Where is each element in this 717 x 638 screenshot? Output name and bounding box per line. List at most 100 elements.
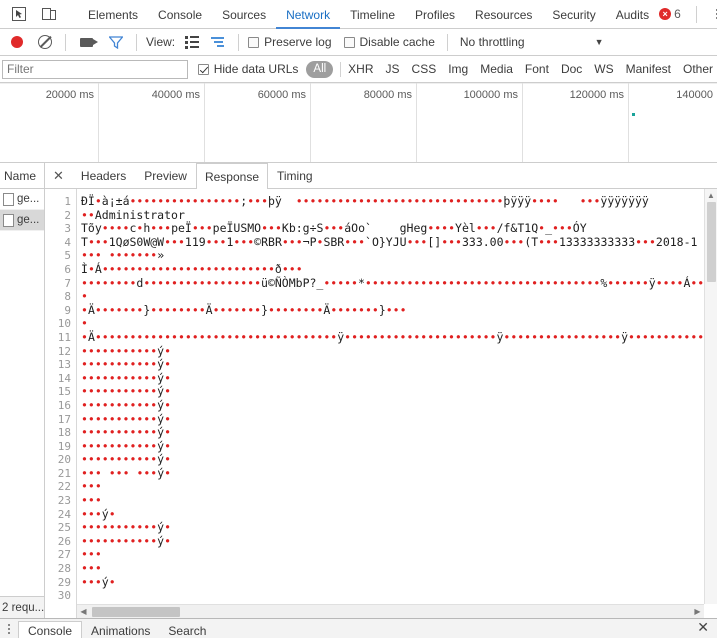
network-overview[interactable]: 20000 ms 40000 ms 60000 ms 80000 ms 1000…: [0, 83, 717, 163]
search-input[interactable]: [2, 59, 188, 79]
table-row[interactable]: ge...: [0, 210, 44, 231]
tab-profiles[interactable]: Profiles: [405, 1, 465, 29]
preserve-log-checkbox-box: [248, 36, 260, 48]
tabbar-right-group: × 6 ✕: [659, 5, 717, 23]
response-code-lines: ÐÏ•à¡±á••••••••••••••••;•••þÿ ••••••••••…: [77, 189, 717, 618]
more-vertical-icon[interactable]: [6, 624, 18, 638]
record-icon[interactable]: [6, 31, 28, 53]
device-toolbar-icon[interactable]: [38, 3, 60, 25]
filter-type-js[interactable]: JS: [386, 62, 400, 76]
filter-type-xhr[interactable]: XHR: [348, 62, 373, 76]
timeline-tick: 60000 ms: [205, 83, 311, 162]
filter-icon[interactable]: [105, 31, 127, 53]
vertical-scrollbar[interactable]: ▲: [704, 189, 717, 604]
line-number: 13: [57, 358, 71, 372]
drawer-tab-console[interactable]: Console: [18, 621, 83, 638]
filter-type-all[interactable]: All: [306, 60, 334, 78]
view-label: View:: [146, 35, 176, 49]
tab-timeline[interactable]: Timeline: [340, 1, 405, 29]
tab-timing[interactable]: Timing: [268, 163, 322, 188]
close-icon[interactable]: ✕: [697, 619, 717, 638]
filter-type-css[interactable]: CSS: [412, 62, 437, 76]
throttling-select[interactable]: No throttling: [450, 35, 525, 49]
waterfall-view-icon[interactable]: [207, 31, 229, 53]
line-number: 10: [57, 317, 71, 331]
inspect-element-icon[interactable]: [8, 3, 30, 25]
timeline-tick: 120000 ms: [523, 83, 629, 162]
code-line: •••ý•: [81, 574, 116, 589]
scroll-right-arrow-icon[interactable]: ▶: [691, 607, 704, 616]
timeline-tick: 100000 ms: [417, 83, 523, 162]
error-badge[interactable]: × 6: [659, 7, 681, 21]
request-detail-pane: ✕ Headers Preview Response Timing 1 2 3 …: [45, 163, 717, 618]
vertical-scrollbar-thumb[interactable]: [707, 202, 716, 282]
tab-elements[interactable]: Elements: [78, 1, 148, 29]
disable-cache-checkbox[interactable]: Disable cache: [343, 35, 435, 49]
line-number: 8: [64, 290, 71, 304]
filter-type-doc[interactable]: Doc: [561, 62, 582, 76]
line-number: 3: [64, 222, 71, 236]
line-number: 20: [57, 453, 71, 467]
clear-icon[interactable]: [34, 31, 56, 53]
code-line: •: [81, 316, 88, 331]
toolbar2-divider-2: [136, 33, 137, 51]
code-line: ••• ••• •••ý•: [81, 465, 172, 480]
drawer-tab-search[interactable]: Search: [159, 622, 215, 638]
tabbar-divider: [695, 5, 697, 23]
tab-headers[interactable]: Headers: [72, 163, 135, 188]
line-number: 30: [57, 589, 71, 603]
horizontal-scrollbar[interactable]: ◀ ▶: [77, 604, 704, 618]
requests-column-header[interactable]: Name: [0, 163, 44, 189]
filter-type-ws[interactable]: WS: [594, 62, 613, 76]
list-view-icon[interactable]: [181, 31, 203, 53]
tab-preview[interactable]: Preview: [135, 163, 196, 188]
filter-type-media[interactable]: Media: [480, 62, 513, 76]
dock-icon-group: [4, 3, 60, 25]
devtools-window: Elements Console Sources Network Timelin…: [0, 0, 717, 638]
timeline-tick: 80000 ms: [311, 83, 417, 162]
tab-audits[interactable]: Audits: [606, 1, 659, 29]
filter-bar: Hide data URLs All XHR JS CSS Img Media …: [0, 56, 717, 83]
preserve-log-checkbox[interactable]: Preserve log: [248, 35, 332, 49]
filter-type-img[interactable]: Img: [448, 62, 468, 76]
close-icon[interactable]: ✕: [49, 169, 72, 182]
scroll-up-arrow-icon[interactable]: ▲: [705, 189, 717, 202]
toolbar2-divider-1: [65, 33, 66, 51]
more-vertical-icon[interactable]: [708, 9, 717, 19]
response-body-viewer[interactable]: 1 2 3 4 5 6 7 8 9 10 11 12 13 14 15 16 1: [45, 189, 717, 618]
filter-type-font[interactable]: Font: [525, 62, 549, 76]
filter-type-other[interactable]: Other: [683, 62, 713, 76]
requests-pane: Name ge... ge... 2 requ...: [0, 163, 45, 618]
code-line: ÐÏ•à¡±á••••••••••••••••;•••þÿ ••••••••••…: [81, 194, 649, 208]
tab-response[interactable]: Response: [195, 163, 268, 189]
chevron-down-icon[interactable]: ▼: [525, 37, 612, 47]
camera-icon[interactable]: [75, 31, 98, 53]
scroll-left-arrow-icon[interactable]: ◀: [77, 607, 90, 616]
tab-network[interactable]: Network: [276, 1, 341, 29]
line-number: 22: [57, 480, 71, 494]
line-number: 27: [57, 548, 71, 562]
toolbar2-divider-3: [238, 33, 240, 51]
network-toolbar: View: Preserve log Disable cache No thro…: [0, 29, 717, 56]
horizontal-scrollbar-thumb[interactable]: [92, 606, 180, 617]
tab-console[interactable]: Console: [148, 1, 212, 29]
drawer-tab-animations[interactable]: Animations: [82, 622, 159, 638]
line-number-gutter: 1 2 3 4 5 6 7 8 9 10 11 12 13 14 15 16 1: [45, 189, 77, 618]
network-body: Name ge... ge... 2 requ... ✕ Headers Pre…: [0, 163, 717, 618]
code-line: •••••••••••ý•: [81, 384, 172, 399]
timeline-tick: 140000: [629, 83, 717, 162]
table-row[interactable]: ge...: [0, 189, 44, 210]
line-number: 2: [64, 208, 71, 222]
line-number: 4: [64, 235, 71, 249]
hide-data-urls-checkbox[interactable]: Hide data URLs: [197, 62, 299, 76]
tab-sources[interactable]: Sources: [212, 1, 276, 29]
code-line: •••••••••••ý•: [81, 452, 172, 467]
timeline-tick-label: 20000 ms: [45, 89, 94, 101]
tab-security[interactable]: Security: [542, 1, 605, 29]
hide-data-urls-label: Hide data URLs: [213, 62, 299, 76]
timeline-tick-label: 80000 ms: [363, 89, 412, 101]
error-count: 6: [674, 7, 681, 21]
filter-type-manifest[interactable]: Manifest: [626, 62, 671, 76]
tab-resources[interactable]: Resources: [465, 1, 542, 29]
line-number: 19: [57, 439, 71, 453]
